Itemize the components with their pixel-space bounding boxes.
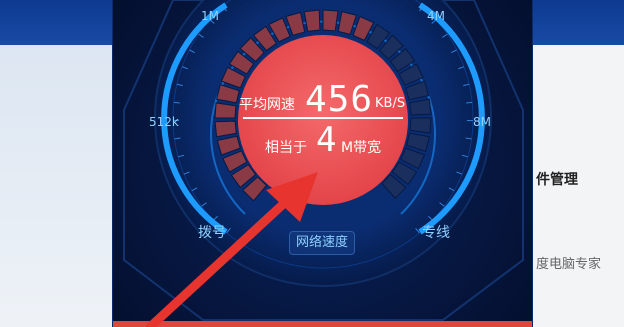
speed-gauge xyxy=(123,0,524,321)
bandwidth-equiv-label: 相当于 xyxy=(265,140,307,156)
progress-segment xyxy=(214,102,237,119)
tick-mark xyxy=(173,101,180,104)
progress-segment xyxy=(322,9,339,32)
scale-label-8m: 8M xyxy=(473,115,491,129)
avg-speed-value: 456 xyxy=(305,79,374,120)
speed-test-panel: 1M 4M 512k 8M 拨号 专线 平均网速 456 KB/S 相当于 4 … xyxy=(112,0,533,327)
scale-label-dialup: 拨号 xyxy=(198,225,226,241)
progress-segment xyxy=(409,117,432,134)
right-menu-label-expert[interactable]: 度电脑专家 xyxy=(536,253,601,272)
tick-mark xyxy=(466,101,473,104)
scale-label-4m: 4M xyxy=(427,9,445,23)
bandwidth-equiv-value: 4 xyxy=(316,120,337,160)
panel-bottom-bar xyxy=(113,321,532,327)
network-speed-button[interactable]: 网络速度 xyxy=(289,231,356,255)
avg-speed-label: 平均网速 xyxy=(239,97,295,113)
left-background xyxy=(0,45,112,327)
scale-label-1m: 1M xyxy=(201,9,219,23)
bandwidth-equiv-unit: M带宽 xyxy=(341,140,382,156)
scale-label-dedicated: 专线 xyxy=(422,225,450,241)
avg-speed-unit: KB/S xyxy=(375,96,406,111)
scale-label-512k: 512k xyxy=(149,115,179,129)
right-menu-label-software[interactable]: 件管理 xyxy=(536,169,578,189)
